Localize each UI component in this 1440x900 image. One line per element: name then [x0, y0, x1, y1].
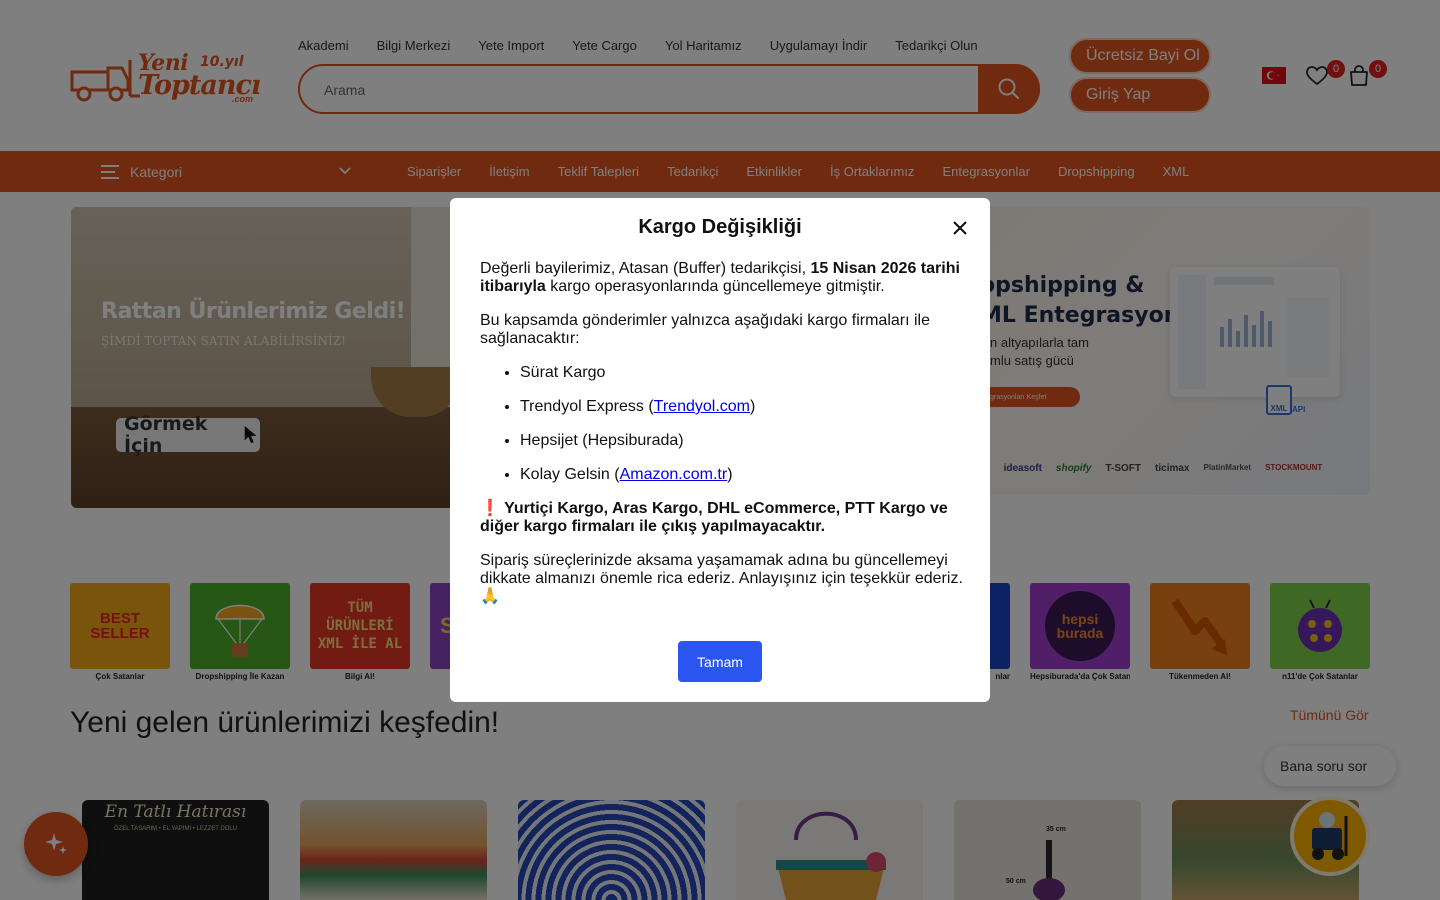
carrier-name: Kolay Gelsin (	[520, 466, 620, 483]
carrier-name: Hepsijet (Hepsiburada)	[520, 432, 684, 449]
close-icon	[953, 221, 967, 235]
modal-warning: ❗ Yurtiçi Kargo, Aras Kargo, DHL eCommer…	[480, 500, 965, 536]
p1-pre: Değerli bayilerimiz, Atasan (Buffer) ted…	[480, 260, 811, 277]
warning-text: Yurtiçi Kargo, Aras Kargo, DHL eCommerce…	[480, 500, 948, 535]
carrier-suffix: )	[727, 466, 733, 483]
carrier-item: Kolay Gelsin (Amazon.com.tr)	[520, 466, 965, 484]
modal-title: Kargo Değişikliği	[638, 216, 802, 238]
trendyol-link[interactable]: Trendyol.com	[654, 398, 750, 415]
carrier-item: Sürat Kargo	[520, 364, 965, 382]
carrier-list: Sürat Kargo Trendyol Express (Trendyol.c…	[520, 364, 965, 484]
modal-paragraph-3: Sipariş süreçlerinizde aksama yaşamamak …	[480, 552, 963, 605]
warning-icon: ❗	[480, 500, 500, 517]
carrier-name: Trendyol Express (	[520, 398, 654, 415]
p1-post: kargo operasyonlarında güncellemeye gitm…	[545, 278, 885, 295]
modal-ok-button[interactable]: Tamam	[678, 641, 762, 682]
modal-close-button[interactable]	[950, 218, 970, 238]
carrier-item: Hepsijet (Hepsiburada)	[520, 432, 965, 450]
modal-paragraph-1: Değerli bayilerimiz, Atasan (Buffer) ted…	[480, 260, 965, 296]
modal-paragraph-2: Bu kapsamda gönderimler yalnızca aşağıda…	[480, 312, 930, 347]
shipping-change-modal: Kargo Değişikliği Değerli bayilerimiz, A…	[450, 198, 990, 702]
modal-body: Değerli bayilerimiz, Atasan (Buffer) ted…	[480, 260, 965, 622]
carrier-name: Sürat Kargo	[520, 364, 606, 381]
carrier-item: Trendyol Express (Trendyol.com)	[520, 398, 965, 416]
carrier-suffix: )	[750, 398, 756, 415]
amazon-link[interactable]: Amazon.com.tr	[620, 466, 728, 483]
